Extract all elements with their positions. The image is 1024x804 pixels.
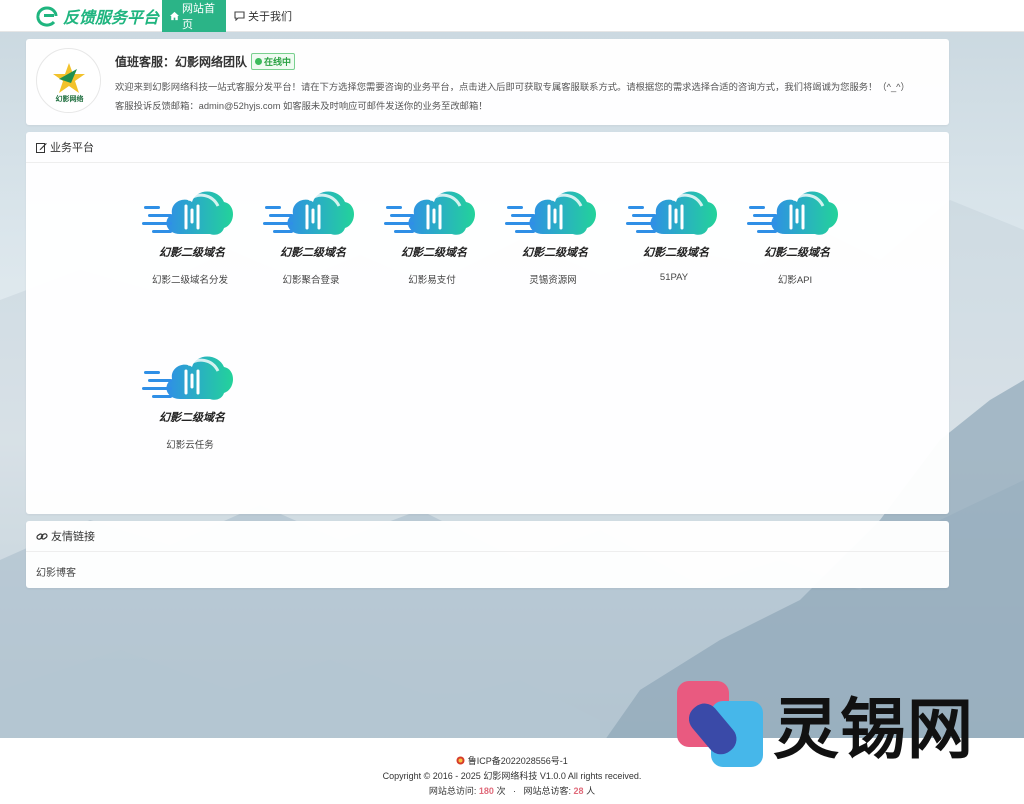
tile-cloud-logo-icon: 幻影二级域名: [263, 191, 354, 259]
visitors-unit: 人: [586, 786, 596, 796]
platform-tile[interactable]: 幻影二级域名 51PAY: [624, 176, 724, 283]
tile-logo-text: 幻影二级域名: [280, 246, 347, 259]
tile-logo-text: 幻影二级域名: [159, 246, 226, 259]
platform-tile-label: 幻影云任务: [166, 440, 214, 451]
top-navbar: 反馈服务平台 网站首页 关于我们: [0, 0, 1024, 32]
visits-unit: 次: [496, 786, 506, 796]
platform-tile-label: 幻影易支付: [408, 275, 456, 286]
links-card-header: 友情链接: [26, 521, 949, 552]
platform-tile-label: 灵锡资源网: [529, 275, 577, 286]
platform-tile[interactable]: 幻影二级域名 幻影聚合登录: [261, 176, 361, 286]
friend-link[interactable]: 幻影博客: [36, 568, 76, 579]
platform-tile-label: 幻影API: [777, 275, 813, 286]
platform-tile[interactable]: 幻影二级域名 幻影云任务: [140, 341, 240, 451]
icp-text: 鲁ICP备2022028556号-1: [467, 756, 568, 766]
police-badge-icon: [456, 756, 465, 765]
home-icon: [170, 11, 179, 21]
brand[interactable]: 反馈服务平台: [34, 4, 159, 28]
platform-card: 业务平台 幻影二级域名 幻影二级域名分发 幻影二级域名 幻影聚合登录 幻影二级域名 幻影易…: [26, 132, 949, 514]
avatar-text: 幻影网络: [56, 94, 84, 103]
tile-logo-text: 幻影二级域名: [159, 411, 226, 424]
platform-tile-label: 幻影聚合登录: [282, 275, 340, 286]
profile-email-line: 客服投诉反馈邮箱：admin@52hyjs.com 如客服未及时响应可邮件发送你…: [115, 101, 488, 111]
watermark-logo-icon: [677, 681, 763, 767]
status-text: 在线中: [264, 57, 292, 67]
profile-description: 欢迎来到幻影网络科技一站式客服分发平台！请在下方选择您需要咨询的业务平台，点击进…: [115, 82, 910, 92]
platform-card-header: 业务平台: [26, 132, 949, 163]
nav-about-label: 关于我们: [248, 11, 292, 23]
avatar-logo-icon: 幻影网络: [38, 50, 100, 112]
brand-logo-icon: [36, 6, 58, 27]
visits-label: 网站总访问:: [428, 786, 477, 796]
visitors-count: 28: [573, 786, 584, 796]
visits-count: 180: [478, 786, 494, 796]
status-dot-icon: [255, 58, 263, 65]
tile-logo-text: 幻影二级域名: [522, 246, 589, 259]
status-badge: 在线中: [251, 53, 296, 70]
links-title: 友情链接: [51, 531, 95, 543]
tile-cloud-logo-icon: 幻影二级域名: [505, 191, 596, 259]
tile-cloud-logo-icon: 幻影二级域名: [747, 191, 838, 259]
platform-tile[interactable]: 幻影二级域名 灵锡资源网: [503, 176, 603, 286]
watermark: 灵锡网: [675, 676, 995, 772]
visitors-label: 网站总访客:: [523, 786, 572, 796]
platform-tile-label: 幻影二级域名分发: [151, 275, 228, 286]
tile-logo-text: 幻影二级域名: [401, 246, 468, 259]
profile-card: 幻影网络 值班客服：幻影网络团队 在线中 欢迎来到幻影网络科技一站式客服分发平台…: [26, 39, 949, 125]
watermark-text: 灵锡网: [773, 691, 974, 768]
stats-separator: ·: [513, 786, 516, 796]
edit-icon: [36, 142, 47, 153]
nav-home[interactable]: 网站首页: [162, 0, 226, 32]
links-card: 友情链接 幻影博客: [26, 521, 949, 588]
tile-logo-text: 幻影二级域名: [764, 246, 831, 259]
link-icon: [36, 532, 48, 540]
platform-title: 业务平台: [50, 142, 94, 154]
platform-tile-label: 51PAY: [659, 272, 689, 283]
nav-about[interactable]: 关于我们: [226, 0, 300, 32]
tile-logo-text: 幻影二级域名: [643, 246, 710, 259]
tile-cloud-logo-icon: 幻影二级域名: [142, 356, 233, 424]
platform-tile[interactable]: 幻影二级域名 幻影API: [745, 176, 845, 286]
chat-icon: [234, 11, 245, 21]
tile-cloud-logo-icon: 幻影二级域名: [142, 191, 233, 259]
avatar: 幻影网络: [36, 48, 101, 113]
platform-tile[interactable]: 幻影二级域名 幻影二级域名分发: [140, 176, 240, 286]
profile-name-text: 值班客服：幻影网络团队: [115, 55, 248, 69]
brand-text: 反馈服务平台: [63, 10, 160, 27]
nav-home-label: 网站首页: [182, 3, 215, 31]
profile-name: 值班客服：幻影网络团队 在线中: [115, 53, 296, 70]
tile-cloud-logo-icon: 幻影二级域名: [626, 191, 717, 259]
tile-cloud-logo-icon: 幻影二级域名: [384, 191, 475, 259]
platform-tile[interactable]: 幻影二级域名 幻影易支付: [382, 176, 482, 286]
stats-line: 网站总访问: 180 次 · 网站总访客: 28 人: [0, 784, 1024, 797]
